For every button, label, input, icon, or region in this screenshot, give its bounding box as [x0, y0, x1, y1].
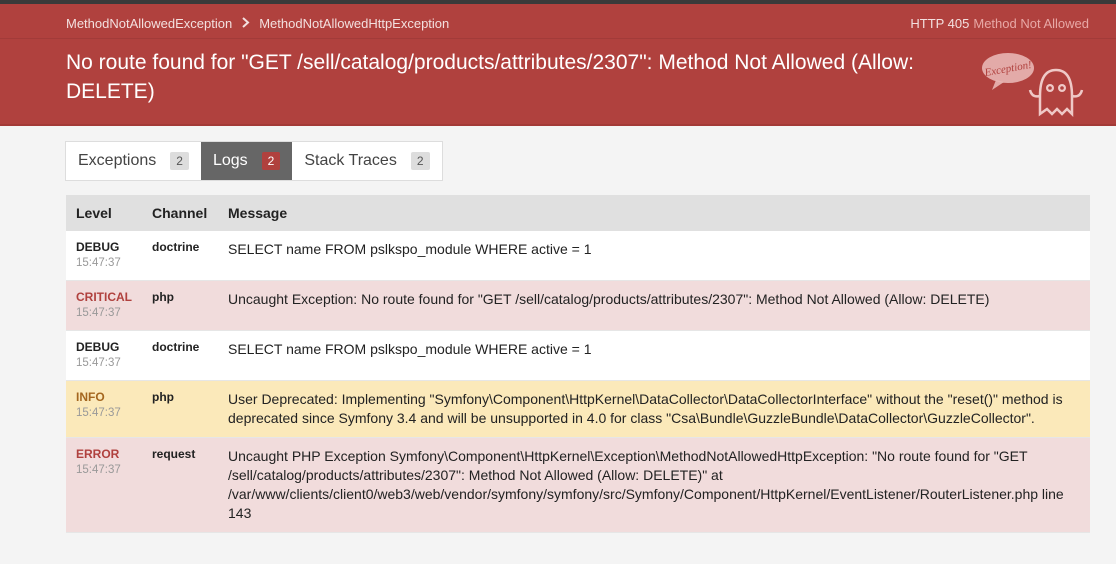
count-badge: 2 — [410, 152, 430, 170]
message-cell: User Deprecated: Implementing "Symfony\C… — [218, 380, 1090, 438]
exception-header: MethodNotAllowedException MethodNotAllow… — [0, 4, 1116, 126]
level-label: CRITICAL — [76, 290, 132, 304]
level-cell: ERROR 15:47:37 — [66, 437, 142, 533]
channel-cell: php — [142, 280, 218, 331]
tab-logs[interactable]: Logs 2 — [200, 142, 293, 180]
table-row: DEBUG 15:47:37 doctrine SELECT name FROM… — [66, 330, 1090, 381]
column-header-level: Level — [66, 195, 142, 231]
table-header-row: Level Channel Message — [66, 195, 1090, 231]
column-header-channel: Channel — [142, 195, 218, 231]
level-cell: CRITICAL 15:47:37 — [66, 280, 142, 331]
status-text: Method Not Allowed — [973, 15, 1089, 31]
level-cell: DEBUG 15:47:37 — [66, 330, 142, 381]
timestamp: 15:47:37 — [76, 357, 121, 369]
chevron-right-icon — [241, 16, 250, 31]
breadcrumb-item-0[interactable]: MethodNotAllowedException — [66, 16, 232, 31]
message-cell: Uncaught Exception: No route found for "… — [218, 280, 1090, 331]
channel-cell: request — [142, 437, 218, 533]
tab-label: Logs — [212, 152, 248, 169]
level-cell: INFO 15:47:37 — [66, 380, 142, 438]
timestamp: 15:47:37 — [76, 464, 121, 476]
count-badge: 2 — [170, 152, 189, 170]
status-line: HTTP 405 Method Not Allowed — [910, 12, 1089, 34]
status-code: HTTP 405 — [910, 15, 970, 31]
channel-cell: php — [142, 380, 218, 438]
channel-label: doctrine — [152, 340, 200, 354]
logs-table: Level Channel Message DEBUG 15:47:37 doc… — [66, 195, 1090, 533]
level-label: ERROR — [76, 447, 120, 461]
channel-label: php — [152, 290, 174, 304]
channel-cell: doctrine — [142, 330, 218, 381]
timestamp: 15:47:37 — [76, 307, 121, 319]
level-label: DEBUG — [76, 340, 120, 354]
tab-exceptions[interactable]: Exceptions 2 — [66, 142, 201, 180]
message-cell: Uncaught PHP Exception Symfony\Component… — [218, 437, 1090, 533]
channel-label: request — [152, 447, 196, 461]
breadcrumb: MethodNotAllowedException MethodNotAllow… — [66, 12, 449, 34]
level-label: DEBUG — [76, 240, 120, 254]
message-cell: SELECT name FROM pslkspo_module WHERE ac… — [218, 231, 1090, 281]
message-cell: SELECT name FROM pslkspo_module WHERE ac… — [218, 330, 1090, 381]
level-label: INFO — [76, 390, 105, 404]
column-header-message: Message — [218, 195, 1090, 231]
channel-cell: doctrine — [142, 231, 218, 281]
page-title: No route found for "GET /sell/catalog/pr… — [66, 51, 914, 103]
tab-stack-traces[interactable]: Stack Traces 2 — [292, 142, 441, 180]
channel-label: php — [152, 390, 174, 404]
table-row: DEBUG 15:47:37 doctrine SELECT name FROM… — [66, 231, 1090, 281]
table-row: ERROR 15:47:37 request Uncaught PHP Exce… — [66, 437, 1090, 533]
ghost-icon: Exception! — [982, 53, 1084, 118]
count-badge: 2 — [261, 152, 281, 170]
timestamp: 15:47:37 — [76, 257, 121, 269]
level-cell: DEBUG 15:47:37 — [66, 231, 142, 281]
channel-label: doctrine — [152, 240, 200, 254]
breadcrumb-item-1[interactable]: MethodNotAllowedHttpException — [259, 16, 449, 31]
tab-label: Exceptions — [78, 152, 157, 169]
tab-bar: Exceptions 2 Logs 2 Stack Traces 2 — [65, 141, 443, 181]
table-row: INFO 15:47:37 php User Deprecated: Imple… — [66, 380, 1090, 438]
tab-label: Stack Traces — [304, 152, 397, 169]
timestamp: 15:47:37 — [76, 407, 121, 419]
table-row: CRITICAL 15:47:37 php Uncaught Exception… — [66, 280, 1090, 331]
